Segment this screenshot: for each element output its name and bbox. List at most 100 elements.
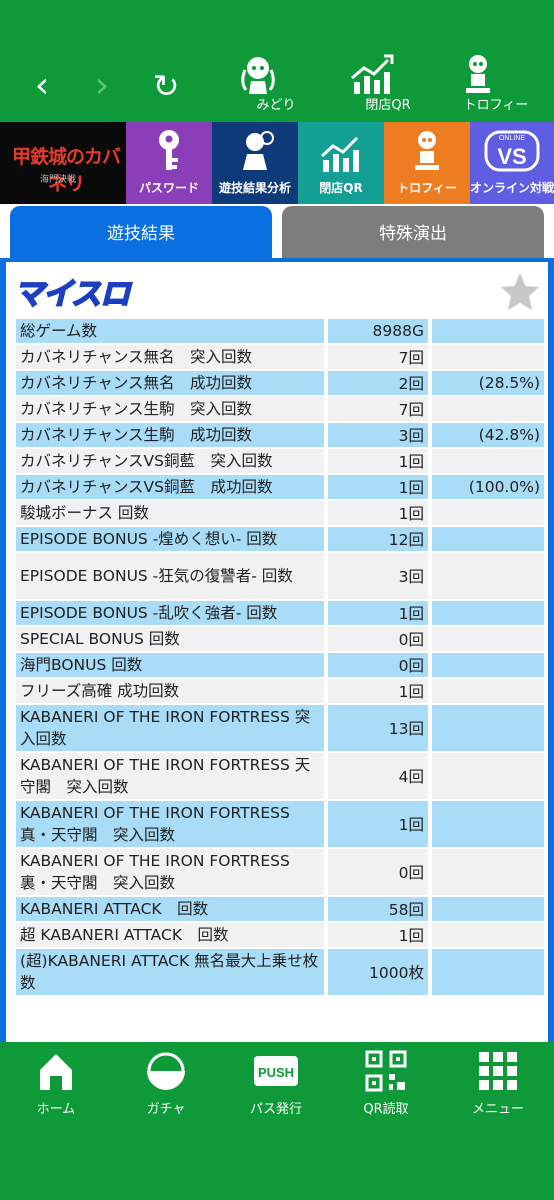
row-value: 2回 [328, 371, 432, 395]
row-label: カバネリチャンス生駒 突入回数 [16, 397, 328, 421]
row-value: 4回 [328, 753, 432, 799]
top-closeqr-button[interactable]: 閉店QR [348, 52, 428, 116]
row-rate [432, 449, 544, 473]
online-battle-tile[interactable]: ONLINE VS オンライン対戦 [470, 122, 554, 204]
bottom-nav: ホーム ガチャ PUSH パス発行 QR読取 メニュー [0, 1042, 554, 1200]
row-label: KABANERI OF THE IRON FORTRESS 突入回数 [16, 705, 328, 751]
reload-button[interactable]: ↻ [146, 62, 186, 110]
row-rate [432, 849, 544, 895]
game-logo-subtitle: 海門決戦 [40, 175, 77, 185]
row-rate [432, 601, 544, 625]
row-value: 0回 [328, 653, 432, 677]
qr-read-label: QR読取 [363, 1102, 409, 1117]
table-row: EPISODE BONUS -乱吹く強者- 回数 1回 [16, 601, 544, 625]
row-label: KABANERI OF THE IRON FORTRESS 真・天守閣 突入回数 [16, 801, 328, 847]
table-row: フリーズ高確 成功回数 1回 [16, 679, 544, 703]
gacha-button[interactable]: ガチャ [116, 1050, 216, 1117]
row-label: フリーズ高確 成功回数 [16, 679, 328, 703]
row-value: 13回 [328, 705, 432, 751]
table-row: KABANERI OF THE IRON FORTRESS 真・天守閣 突入回数… [16, 801, 544, 847]
back-button[interactable]: ‹ [22, 62, 62, 110]
row-label: EPISODE BONUS -乱吹く強者- 回数 [16, 601, 328, 625]
table-row: カバネリチャンスVS銅藍 突入回数 1回 [16, 449, 544, 473]
row-value: 1回 [328, 923, 432, 947]
svg-text:PUSH: PUSH [258, 1065, 294, 1080]
row-value: 7回 [328, 345, 432, 369]
row-rate [432, 527, 544, 551]
row-label: KABANERI OF THE IRON FORTRESS 裏・天守閣 突入回数 [16, 849, 328, 895]
row-rate [432, 753, 544, 799]
row-value: 1回 [328, 801, 432, 847]
row-value: 7回 [328, 397, 432, 421]
qr-read-button[interactable]: QR読取 [336, 1050, 436, 1117]
trophy-icon [415, 131, 439, 170]
svg-text:VS: VS [497, 144, 526, 169]
row-value: 1回 [328, 679, 432, 703]
row-rate [432, 949, 544, 995]
table-row: カバネリチャンス生駒 成功回数 3回 (42.8%) [16, 423, 544, 447]
key-icon [159, 130, 179, 170]
trophy-tile[interactable]: トロフィー [384, 122, 470, 204]
row-rate: (42.8%) [432, 423, 544, 447]
results-table: 総ゲーム数 8988G カバネリチャンス無名 突入回数 7回 カバネリチャンス無名 成功… [16, 317, 544, 997]
row-value: 1回 [328, 449, 432, 473]
vs-icon: ONLINE VS [484, 130, 540, 172]
row-value: 1000枚 [328, 949, 432, 995]
tab-results[interactable]: 遊技結果 [10, 206, 272, 262]
top-trophy-label: トロフィー [463, 98, 529, 113]
table-row: 駿城ボーナス 回数 1回 [16, 501, 544, 525]
row-rate [432, 627, 544, 651]
closeqr-tile-label: 閉店QR [319, 181, 363, 195]
favorite-star-icon[interactable] [498, 270, 542, 314]
row-value: 0回 [328, 849, 432, 895]
row-rate [432, 705, 544, 751]
row-label: カバネリチャンス無名 成功回数 [16, 371, 328, 395]
password-tile[interactable]: パスワード [126, 122, 212, 204]
top-closeqr-label: 閉店QR [365, 98, 411, 113]
row-value: 1回 [328, 475, 432, 499]
top-midori-button[interactable]: みどり [236, 52, 316, 116]
row-value: 0回 [328, 627, 432, 651]
table-row: KABANERI OF THE IRON FORTRESS 裏・天守閣 突入回数… [16, 849, 544, 895]
top-midori-label: みどり [256, 98, 296, 113]
analysis-tile[interactable]: 遊技結果分析 [212, 122, 298, 204]
analysis-tile-label: 遊技結果分析 [218, 181, 291, 195]
row-label: 超 KABANERI ATTACK 回数 [16, 923, 328, 947]
forward-button[interactable]: › [82, 62, 122, 110]
row-rate [432, 897, 544, 921]
row-rate: (100.0%) [432, 475, 544, 499]
row-label: カバネリチャンスVS銅藍 成功回数 [16, 475, 328, 499]
tab-bar: 遊技結果 特殊演出 [0, 204, 554, 262]
row-value: 8988G [328, 319, 432, 343]
table-row: KABANERI ATTACK 回数 58回 [16, 897, 544, 921]
results-panel: マイスロ 総ゲーム数 8988G カバネリチャンス無名 突入回数 7回 カバネリチャンス… [0, 262, 554, 1042]
svg-text:ONLINE: ONLINE [499, 135, 525, 142]
pass-issue-button[interactable]: PUSH パス発行 [226, 1050, 326, 1117]
trophy-icon [466, 55, 490, 93]
menu-row: 甲鉄城のカバネリ 海門決戦 パスワード 遊技結果分析 閉店QR トロフィー ON… [0, 122, 554, 204]
row-label: EPISODE BONUS -狂気の復讐者- 回数 [16, 553, 328, 599]
row-rate [432, 653, 544, 677]
table-row: カバネリチャンス生駒 突入回数 7回 [16, 397, 544, 421]
row-label: EPISODE BONUS -煌めく想い- 回数 [16, 527, 328, 551]
table-row: EPISODE BONUS -煌めく想い- 回数 12回 [16, 527, 544, 551]
table-row: カバネリチャンス無名 突入回数 7回 [16, 345, 544, 369]
home-icon [40, 1054, 72, 1090]
menu-button[interactable]: メニュー [448, 1050, 548, 1117]
row-rate [432, 397, 544, 421]
row-label: KABANERI ATTACK 回数 [16, 897, 328, 921]
gacha-label: ガチャ [146, 1102, 186, 1117]
closeqr-tile[interactable]: 閉店QR [298, 122, 384, 204]
row-label: KABANERI OF THE IRON FORTRESS 天守閣 突入回数 [16, 753, 328, 799]
row-value: 12回 [328, 527, 432, 551]
top-trophy-button[interactable]: トロフィー [456, 52, 536, 116]
game-logo[interactable]: 甲鉄城のカバネリ 海門決戦 [0, 122, 126, 204]
row-rate: (28.5%) [432, 371, 544, 395]
tab-special[interactable]: 特殊演出 [282, 206, 544, 262]
menu-label: メニュー [471, 1102, 524, 1117]
home-button[interactable]: ホーム [6, 1050, 106, 1117]
row-value: 1回 [328, 501, 432, 525]
character-icon [241, 57, 275, 94]
row-label: 総ゲーム数 [16, 319, 328, 343]
table-row: カバネリチャンス無名 成功回数 2回 (28.5%) [16, 371, 544, 395]
